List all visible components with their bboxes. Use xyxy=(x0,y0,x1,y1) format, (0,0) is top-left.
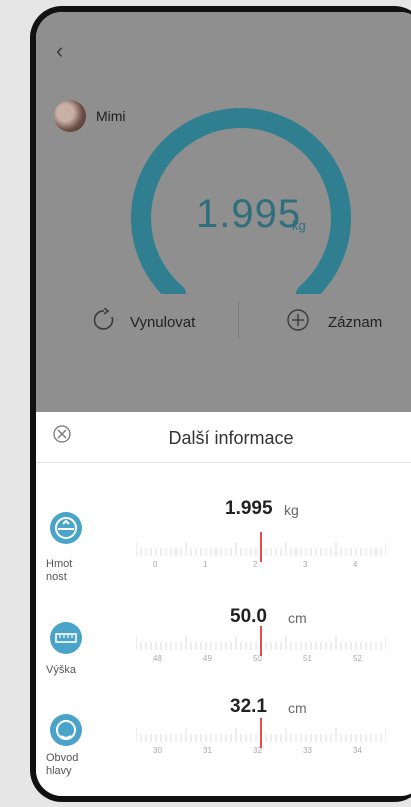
record-label[interactable]: Záznam xyxy=(328,314,382,331)
height-ruler[interactable]: 48 49 50 51 52 xyxy=(135,626,387,663)
head-row-label: Obvod hlavy xyxy=(46,752,79,777)
divider xyxy=(238,302,239,338)
head-ruler[interactable]: 30 31 32 33 34 xyxy=(135,718,387,755)
ruler-tick-label: 51 xyxy=(303,654,312,663)
ruler-tick-label: 48 xyxy=(153,654,162,663)
sheet-title: Další informace xyxy=(168,428,294,448)
weight-ruler[interactable]: 0 1 2 3 4 xyxy=(135,532,387,569)
reset-button[interactable] xyxy=(92,307,116,337)
ruler-tick-label: 33 xyxy=(303,746,312,755)
ruler-needle xyxy=(260,626,262,656)
head-row-unit: cm xyxy=(288,700,307,716)
main-view: ‹ ⋮ Mimi 1.995 kg Vynulovat xyxy=(36,12,411,412)
ruler-tick-label: 0 xyxy=(153,560,158,569)
ruler-needle xyxy=(260,718,262,748)
head-row-value: 32.1 xyxy=(230,696,267,717)
user-name[interactable]: Mimi xyxy=(96,108,126,124)
ruler-tick-label: 30 xyxy=(153,746,162,755)
record-button[interactable] xyxy=(286,308,310,337)
ruler-tick-label: 1 xyxy=(203,560,208,569)
head-circumference-icon[interactable] xyxy=(50,714,82,746)
height-row-unit: cm xyxy=(288,610,307,626)
weight-row-value: 1.995 xyxy=(225,498,273,519)
weight-row-unit: kg xyxy=(284,502,299,518)
ruler-tick-label: 49 xyxy=(203,654,212,663)
app-screen: ‹ ⋮ Mimi 1.995 kg Vynulovat xyxy=(36,12,411,796)
ruler-needle xyxy=(260,532,262,562)
weight-row-label: Hmot nost xyxy=(46,558,73,583)
avatar[interactable] xyxy=(54,100,86,132)
info-sheet: Další informace 1.995 kg Hmot nost 01234 xyxy=(36,412,411,796)
sheet-divider xyxy=(36,462,411,463)
phone-frame: ‹ ⋮ Mimi 1.995 kg Vynulovat xyxy=(30,6,411,802)
height-row-label: Výška xyxy=(46,664,76,676)
weight-unit: kg xyxy=(292,218,306,233)
ruler-tick-label: 52 xyxy=(353,654,362,663)
ruler-tick-label: 3 xyxy=(303,560,308,569)
plus-circle-icon xyxy=(287,309,309,331)
ruler-tick-label: 2 xyxy=(253,560,258,569)
ruler-tick-label: 34 xyxy=(353,746,362,755)
refresh-icon xyxy=(93,307,114,330)
weight-gauge xyxy=(131,108,351,294)
scale-icon[interactable] xyxy=(50,512,82,544)
back-icon[interactable]: ‹ xyxy=(56,38,63,64)
reset-label[interactable]: Vynulovat xyxy=(130,314,195,331)
ruler-icon[interactable] xyxy=(50,622,82,654)
height-row-value: 50.0 xyxy=(230,606,267,627)
ruler-tick-label: 31 xyxy=(203,746,212,755)
ruler-tick-label: 4 xyxy=(353,560,358,569)
weight-value: 1.995 xyxy=(196,192,302,236)
